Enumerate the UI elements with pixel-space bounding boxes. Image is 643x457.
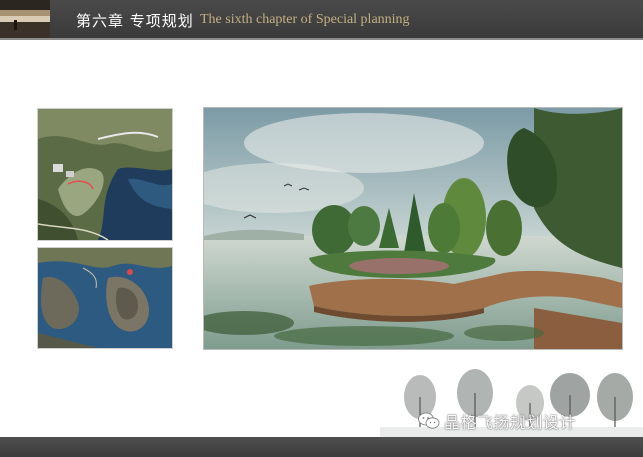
watermark: 晶格飞扬规划设计: [418, 409, 576, 433]
wechat-icon: [418, 412, 440, 430]
waterfront-park-rendering: [203, 107, 623, 350]
landscape-thumbnail-icon: [0, 0, 50, 38]
page-title: 第六章 专项规划: [76, 12, 194, 30]
aerial-satellite-image: [37, 247, 173, 349]
aerial-map-image: [37, 108, 173, 241]
page-subtitle: The sixth chapter of Special planning: [200, 12, 410, 27]
header-divider: [0, 38, 643, 40]
watermark-text: 晶格飞扬规划设计: [444, 413, 577, 432]
footer-bar: [0, 437, 643, 457]
